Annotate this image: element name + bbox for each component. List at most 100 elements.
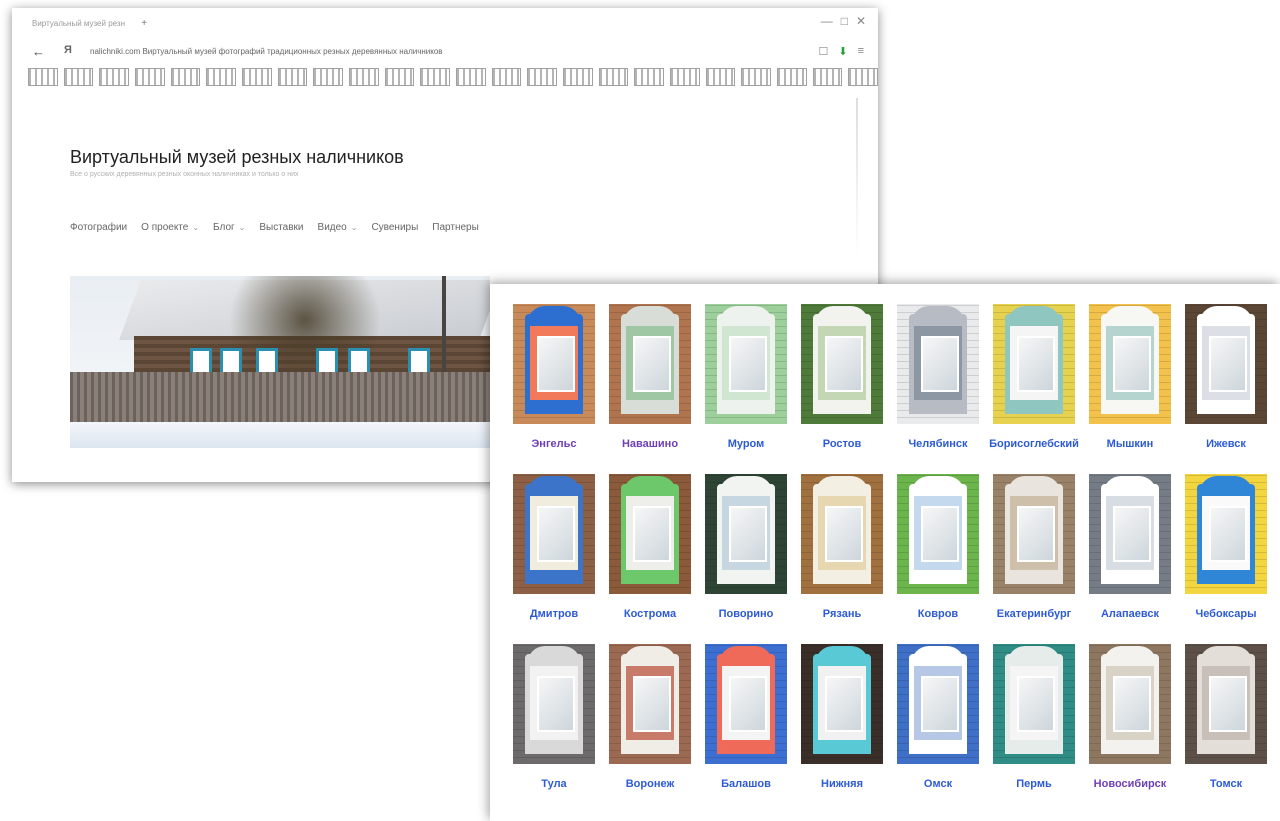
tab-title: Виртуальный музей резн	[32, 19, 126, 28]
download-icon[interactable]: ⬇	[838, 45, 847, 58]
window-thumbnail[interactable]	[609, 474, 691, 594]
city-card[interactable]: Борисоглебский	[986, 304, 1082, 454]
city-card[interactable]: Воронеж	[602, 644, 698, 794]
nav-item[interactable]: О проекте ⌄	[141, 222, 199, 233]
window-thumbnail[interactable]	[801, 304, 883, 424]
window-thumbnail[interactable]	[897, 304, 979, 424]
window-thumbnail[interactable]	[1185, 644, 1267, 764]
close-icon[interactable]: ✕	[856, 14, 866, 28]
city-link[interactable]: Мышкин	[1107, 438, 1154, 454]
scrollbar[interactable]	[856, 98, 858, 258]
city-link[interactable]: Муром	[728, 438, 765, 454]
city-card[interactable]: Муром	[698, 304, 794, 454]
city-card[interactable]: Дмитров	[506, 474, 602, 624]
city-link[interactable]: Ижевск	[1206, 438, 1246, 454]
nav-item[interactable]: Выставки	[259, 222, 303, 233]
city-link[interactable]: Борисоглебский	[989, 438, 1079, 454]
minimize-icon[interactable]: —	[821, 14, 833, 28]
menu-icon[interactable]: ≡	[858, 45, 864, 58]
city-link[interactable]: Пермь	[1016, 778, 1052, 794]
city-link[interactable]: Ковров	[918, 608, 958, 624]
url-text[interactable]: nalichniki.com Виртуальный музей фотогра…	[90, 47, 443, 56]
nav-item[interactable]: Фотографии	[70, 222, 127, 233]
city-card[interactable]: Мышкин	[1082, 304, 1178, 454]
city-link[interactable]: Балашов	[721, 778, 771, 794]
city-card[interactable]: Ростов	[794, 304, 890, 454]
city-link[interactable]: Челябинск	[908, 438, 967, 454]
window-thumbnail[interactable]	[609, 304, 691, 424]
city-link[interactable]: Омск	[924, 778, 952, 794]
window-thumbnail[interactable]	[513, 304, 595, 424]
new-tab-icon[interactable]: +	[141, 18, 147, 29]
window-thumbnail[interactable]	[1089, 474, 1171, 594]
city-card[interactable]: Нижняя	[794, 644, 890, 794]
city-card[interactable]: Челябинск	[890, 304, 986, 454]
nav-label: Блог	[213, 222, 235, 233]
city-card[interactable]: Навашино	[602, 304, 698, 454]
window-thumbnail[interactable]	[705, 304, 787, 424]
chevron-down-icon: ⌄	[192, 223, 200, 232]
city-card[interactable]: Энгельс	[506, 304, 602, 454]
bookmark-icon[interactable]: ☐	[818, 45, 828, 58]
window-thumbnail[interactable]	[801, 474, 883, 594]
city-link[interactable]: Алапаевск	[1101, 608, 1159, 624]
city-card[interactable]: Екатеринбург	[986, 474, 1082, 624]
nav-item[interactable]: Сувениры	[371, 222, 418, 233]
nav-item[interactable]: Блог ⌄	[213, 222, 245, 233]
hero-photo	[70, 276, 490, 448]
window-thumbnail[interactable]	[897, 474, 979, 594]
city-card[interactable]: Омск	[890, 644, 986, 794]
window-thumbnail[interactable]	[513, 474, 595, 594]
city-link[interactable]: Рязань	[823, 608, 861, 624]
window-thumbnail[interactable]	[609, 644, 691, 764]
browser-logo-icon[interactable]: Я	[64, 44, 72, 56]
window-thumbnail[interactable]	[513, 644, 595, 764]
city-card[interactable]: Ижевск	[1178, 304, 1274, 454]
city-card[interactable]: Чебоксары	[1178, 474, 1274, 624]
window-thumbnail[interactable]	[993, 304, 1075, 424]
back-arrow-icon[interactable]: ←	[32, 44, 45, 59]
nav-label: Сувениры	[371, 222, 419, 233]
window-thumbnail[interactable]	[1185, 474, 1267, 594]
city-link[interactable]: Екатеринбург	[997, 608, 1072, 624]
city-link[interactable]: Тула	[541, 778, 566, 794]
city-card[interactable]: Пермь	[986, 644, 1082, 794]
city-card[interactable]: Новосибирск	[1082, 644, 1178, 794]
window-thumbnail[interactable]	[897, 644, 979, 764]
city-link[interactable]: Кострома	[624, 608, 676, 624]
header-ornament-strip	[28, 68, 878, 88]
window-thumbnail[interactable]	[1089, 304, 1171, 424]
city-card[interactable]: Тула	[506, 644, 602, 794]
maximize-icon[interactable]: □	[841, 14, 848, 28]
city-link[interactable]: Нижняя	[821, 778, 863, 794]
city-link[interactable]: Чебоксары	[1195, 608, 1256, 624]
city-link[interactable]: Навашино	[622, 438, 678, 454]
chevron-down-icon: ⌄	[350, 223, 358, 232]
city-card[interactable]: Рязань	[794, 474, 890, 624]
nav-item[interactable]: Видео ⌄	[318, 222, 358, 233]
city-link[interactable]: Томск	[1210, 778, 1242, 794]
city-card[interactable]: Алапаевск	[1082, 474, 1178, 624]
site-title[interactable]: Виртуальный музей резных наличников	[70, 147, 404, 168]
window-thumbnail[interactable]	[705, 474, 787, 594]
window-thumbnail[interactable]	[801, 644, 883, 764]
city-card[interactable]: Кострома	[602, 474, 698, 624]
window-thumbnail[interactable]	[993, 474, 1075, 594]
city-card[interactable]: Ковров	[890, 474, 986, 624]
city-link[interactable]: Новосибирск	[1094, 778, 1167, 794]
window-thumbnail[interactable]	[705, 644, 787, 764]
city-card[interactable]: Поворино	[698, 474, 794, 624]
window-thumbnail[interactable]	[993, 644, 1075, 764]
city-link[interactable]: Дмитров	[530, 608, 578, 624]
city-card[interactable]: Балашов	[698, 644, 794, 794]
window-thumbnail[interactable]	[1089, 644, 1171, 764]
city-link[interactable]: Поворино	[719, 608, 774, 624]
city-link[interactable]: Ростов	[823, 438, 861, 454]
toolbar-icons: ☐ ⬇ ≡	[818, 45, 864, 58]
city-card[interactable]: Томск	[1178, 644, 1274, 794]
window-thumbnail[interactable]	[1185, 304, 1267, 424]
nav-item[interactable]: Партнеры	[432, 222, 479, 233]
city-link[interactable]: Воронеж	[626, 778, 675, 794]
city-link[interactable]: Энгельс	[531, 438, 576, 454]
browser-tab[interactable]: Виртуальный музей резн +	[32, 18, 147, 29]
